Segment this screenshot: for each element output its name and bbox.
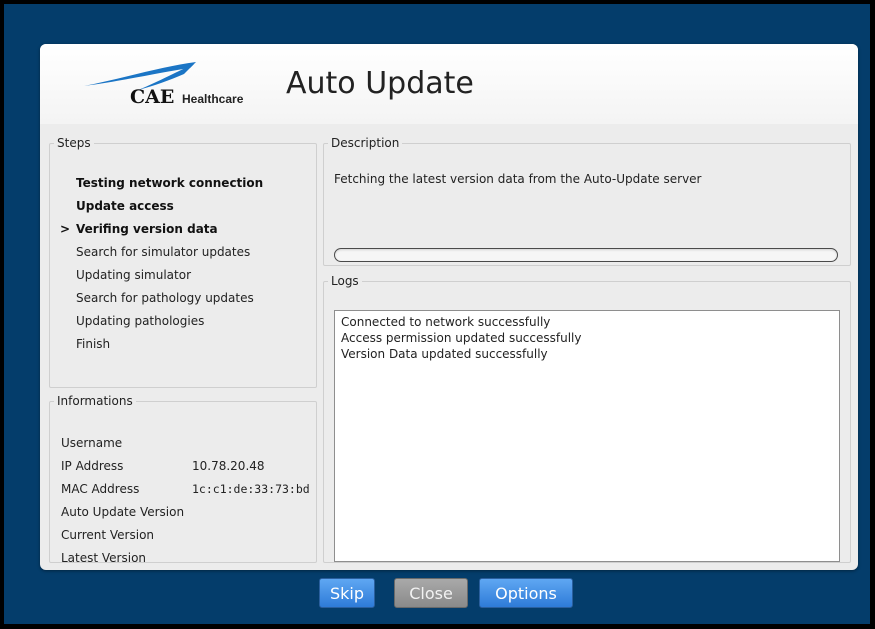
info-label: MAC Address xyxy=(61,482,140,496)
step-label: Updating pathologies xyxy=(76,314,205,328)
step-label: Search for pathology updates xyxy=(76,291,254,305)
dialog-header: CAE Healthcare Auto Update xyxy=(40,44,858,124)
update-progress-bar xyxy=(334,248,838,262)
steps-list: Testing network connection Update access >… xyxy=(60,176,263,360)
info-value: 10.78.20.48 xyxy=(192,459,265,473)
info-value: 1c:c1:de:33:73:bd xyxy=(192,482,310,496)
logo-sub-text: Healthcare xyxy=(182,92,244,106)
desktop-background: CAE Healthcare Auto Update Steps Testing… xyxy=(4,4,870,624)
info-label: Latest Version xyxy=(61,551,147,565)
step-label: Testing network connection xyxy=(76,176,264,190)
options-button[interactable]: Options xyxy=(479,578,573,608)
description-group: Description Fetching the latest version … xyxy=(323,136,851,266)
steps-legend: Steps xyxy=(57,136,91,150)
steps-group: Steps Testing network connection Update a… xyxy=(49,136,317,388)
informations-group: Informations Username IP Address 10.78.20.… xyxy=(49,394,317,565)
description-legend: Description xyxy=(331,136,400,150)
step-item: > Verifing version data xyxy=(60,222,263,245)
current-step-marker: > xyxy=(60,222,71,236)
log-lines: Connected to network successfully Access … xyxy=(335,311,839,362)
step-item: Updating simulator xyxy=(76,268,263,291)
logs-legend: Logs xyxy=(331,274,359,288)
skip-button[interactable]: Skip xyxy=(319,578,375,608)
log-line: Version Data updated successfully xyxy=(341,347,548,361)
log-line: Access permission updated successfully xyxy=(341,331,582,345)
info-label: Username xyxy=(61,436,123,450)
step-item: Testing network connection xyxy=(76,176,263,199)
step-label: Verifing version data xyxy=(76,222,218,236)
step-item: Search for pathology updates xyxy=(76,291,263,314)
step-label: Update access xyxy=(76,199,174,213)
description-text: Fetching the latest version data from th… xyxy=(334,172,702,186)
step-item: Update access xyxy=(76,199,263,222)
step-label: Finish xyxy=(76,337,111,351)
step-item: Updating pathologies xyxy=(76,314,263,337)
cae-healthcare-logo: CAE Healthcare xyxy=(84,60,264,112)
window-title: Auto Update xyxy=(286,66,474,101)
info-label: Current Version xyxy=(61,528,155,542)
step-label: Search for simulator updates xyxy=(76,245,251,259)
step-label: Updating simulator xyxy=(76,268,191,282)
info-label: Auto Update Version xyxy=(61,505,185,519)
logs-group: Logs Connected to network successfully Ac… xyxy=(323,274,851,563)
step-item: Search for simulator updates xyxy=(76,245,263,268)
informations-legend: Informations xyxy=(57,394,133,408)
close-button[interactable]: Close xyxy=(394,578,468,608)
step-item: Finish xyxy=(76,337,263,360)
logs-textarea[interactable]: Connected to network successfully Access … xyxy=(334,310,840,562)
auto-update-dialog: CAE Healthcare Auto Update Steps Testing… xyxy=(40,44,858,570)
log-line: Connected to network successfully xyxy=(341,315,551,329)
info-label: IP Address xyxy=(61,459,124,473)
logo-brand-text: CAE xyxy=(130,86,175,108)
